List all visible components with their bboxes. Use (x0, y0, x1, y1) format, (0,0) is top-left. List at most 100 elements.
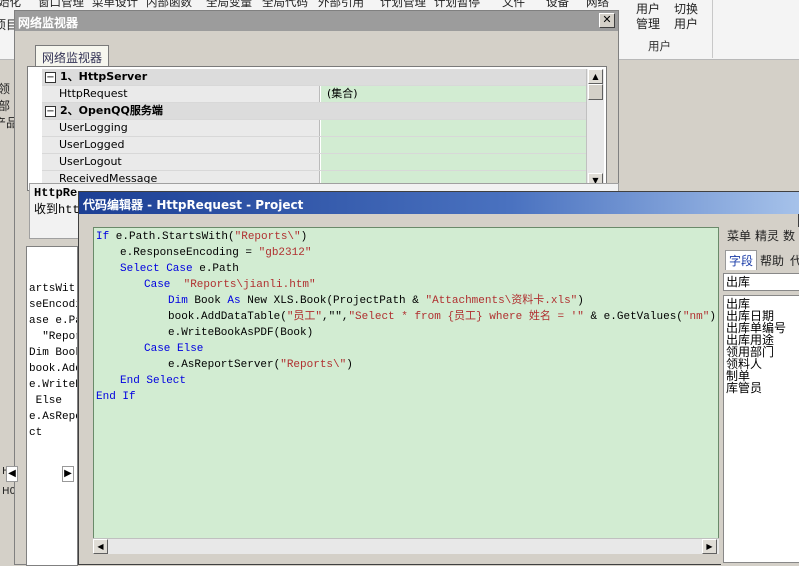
editor-title: 代码编辑器 - HttpRequest - Project (79, 192, 799, 214)
ribbon-menu-item[interactable]: 窗口管理 (38, 0, 84, 10)
code-editor-window: 代码编辑器 - HttpRequest - Project If e.Path.… (78, 191, 799, 565)
code-line: Case "Reports\jianli.htm" (144, 277, 316, 293)
ribbon-menu-item[interactable]: 设备 (546, 0, 569, 10)
code-line: If e.Path.StartsWith("Reports\") (96, 229, 307, 245)
ribbon-menu-item[interactable]: 全局代码 (262, 0, 308, 10)
grid-property-row[interactable]: UserLogging (42, 120, 600, 137)
side-tab[interactable]: 帮助 (757, 251, 787, 270)
field-list-item[interactable]: 库管员 (726, 382, 799, 394)
code-line: End Select (120, 373, 186, 389)
code-text: & e.GetValues( (583, 311, 683, 323)
grid-scrollbar[interactable]: ▲ ▼ (586, 69, 604, 189)
collapse-icon[interactable]: − (45, 106, 56, 117)
code-preview-line: e.WriteB (29, 379, 78, 391)
code-line: e.ResponseEncoding = "gb2312" (120, 245, 311, 261)
code-text: ) (346, 359, 353, 371)
code-preview-line: book.Add (29, 363, 78, 375)
grid-category-row[interactable]: −2、OpenQQ服务端 (42, 103, 600, 120)
code-string: "Select * from {员工} where 姓名 = '" (348, 311, 584, 323)
code-text: e.WriteBookAsPDF(Book) (168, 327, 314, 339)
code-text-area[interactable]: If e.Path.StartsWith("Reports\") e.Respon… (93, 227, 719, 552)
ribbon-menu-item[interactable]: 计划暂停 (434, 0, 480, 10)
code-keyword: Case Else (144, 343, 204, 355)
code-text: ,"", (322, 311, 349, 323)
code-preview-line: Else (29, 395, 63, 407)
code-keyword: Dim (168, 295, 188, 307)
code-preview-line: ase e.Pa (29, 315, 78, 327)
code-line: End If (96, 389, 136, 405)
code-text: ) & "'" (709, 311, 716, 323)
code-keyword: As (227, 295, 241, 307)
code-preview-line: seEncodi (29, 299, 78, 311)
property-name: UserLogging (42, 120, 320, 136)
window-title: 网络监视器 (15, 11, 618, 31)
ribbon-menu-item[interactable]: 网络 (586, 0, 609, 10)
grid-category-row[interactable]: −1、HttpServer (42, 69, 600, 86)
scroll-right-icon[interactable]: ▶ (702, 539, 717, 554)
property-value[interactable]: (集合) (321, 86, 600, 102)
ribbon-menu-item[interactable]: 全局变量 (206, 0, 252, 10)
ribbon-group-label: 用户 (648, 39, 671, 53)
grid-property-row[interactable]: UserLogout (42, 154, 600, 171)
code-text: ) (300, 231, 308, 243)
property-name: UserLogout (42, 154, 320, 170)
user-manage-button[interactable]: 用户 管理 (634, 2, 662, 32)
grid-property-row[interactable]: UserLogged (42, 137, 600, 154)
grid-property-row[interactable]: HttpRequest (集合) (42, 86, 600, 103)
code-line: Case Else (144, 341, 203, 357)
code-keyword: Case (144, 279, 171, 291)
code-string: "Reports\jianli.htm" (183, 279, 316, 291)
scroll-up-icon[interactable]: ▲ (588, 69, 603, 84)
code-text: Book (187, 295, 228, 307)
side-tab[interactable]: 代 (787, 251, 799, 270)
scroll-left-icon[interactable]: ◀ (6, 466, 18, 482)
ribbon-menu-item[interactable]: 计划管理 (380, 0, 426, 10)
code-keyword: End Select (120, 375, 187, 387)
code-preview-line: ct (29, 427, 43, 439)
code-preview-line: artsWit (29, 283, 76, 295)
ribbon-menu-item[interactable]: 内部函数 (146, 0, 192, 10)
category-label: 2、OpenQQ服务端 (60, 104, 163, 117)
property-value[interactable] (321, 120, 600, 136)
underlying-fragment: 领 (0, 82, 11, 96)
scroll-thumb[interactable] (588, 84, 603, 100)
code-keyword: End If (96, 391, 136, 403)
side-top-tab[interactable]: 精灵 (755, 229, 779, 243)
code-horizontal-scrollbar[interactable]: ◀ ▶ (93, 538, 719, 554)
ribbon-menu-item[interactable]: 外部引用 (318, 0, 364, 10)
code-line: e.AsReportServer("Reports\") (168, 357, 353, 373)
code-text: e.Path.StartsWith( (109, 231, 235, 243)
side-top-tab[interactable]: 菜单 (727, 229, 751, 243)
table-select[interactable]: 出库 (723, 273, 799, 291)
underlying-fragment: 部 (0, 99, 11, 113)
category-label: 1、HttpServer (60, 70, 148, 83)
property-value[interactable] (321, 154, 600, 170)
property-name: HttpRequest (42, 86, 320, 102)
field-list: 出库 出库日期 出库单编号 出库用途 领用部门 领料人 制单 库管员 (723, 295, 799, 563)
code-line: e.WriteBookAsPDF(Book) (168, 325, 313, 341)
side-tab[interactable]: 字段 (725, 250, 758, 270)
code-string: "Reports\" (280, 359, 347, 371)
code-line: Dim Book As New XLS.Book(ProjectPath & "… (168, 293, 584, 309)
collapse-icon[interactable]: − (45, 72, 56, 83)
code-string: "Reports\" (234, 231, 301, 243)
code-text: New XLS.Book(ProjectPath & (240, 295, 426, 307)
code-keyword: Select Case (120, 263, 193, 275)
switch-user-button[interactable]: 切换 用户 (672, 2, 700, 32)
code-keyword: If (96, 231, 110, 243)
close-button[interactable]: ✕ (599, 13, 615, 28)
ribbon-menu-item[interactable]: 菜单设计 (92, 0, 138, 10)
code-preview-line: "Repor (29, 331, 78, 343)
code-preview-pane: artsWit seEncodi ase e.Pa "Repor Dim Book bo… (26, 246, 78, 566)
scroll-left-icon[interactable]: ◀ (93, 539, 108, 554)
code-string: "nm" (682, 311, 710, 323)
ribbon-menu-item[interactable]: 始化 (0, 0, 21, 10)
side-top-tab[interactable]: 数 (783, 229, 795, 243)
scroll-right-icon[interactable]: ▶ (62, 466, 74, 482)
button-label-line1: 用户 (635, 2, 660, 16)
tab-network-monitor[interactable]: 网络监视器 (35, 45, 110, 67)
code-text: e.Path (192, 263, 239, 275)
ribbon-menu-item[interactable]: 文件 (502, 0, 525, 10)
property-value[interactable] (321, 137, 600, 153)
button-label-line2: 用户 (673, 17, 698, 31)
